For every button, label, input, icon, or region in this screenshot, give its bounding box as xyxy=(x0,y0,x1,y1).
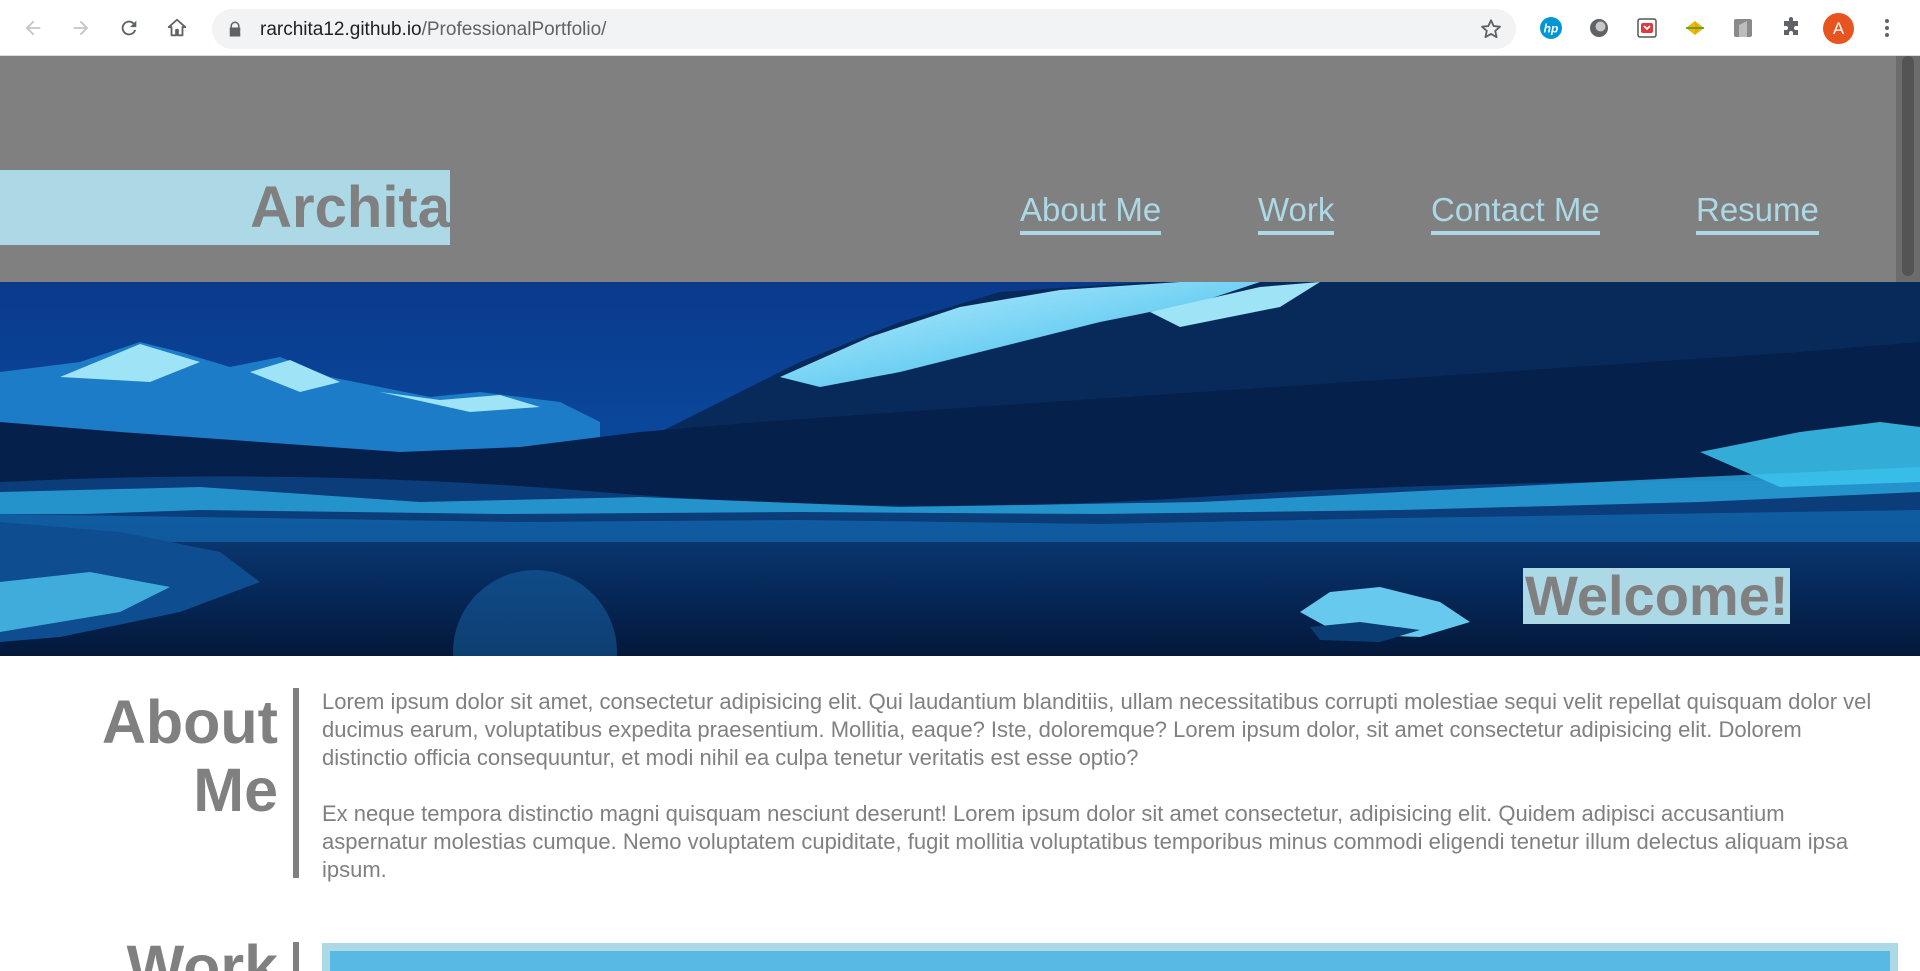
profile-avatar[interactable]: A xyxy=(1823,13,1854,44)
diamond-extension-icon[interactable] xyxy=(1682,15,1708,41)
scrollbar-thumb[interactable] xyxy=(1902,56,1914,276)
url-path: /ProfessionalPortfolio/ xyxy=(421,19,607,40)
url-text[interactable]: rarchita12.github.io/ProfessionalPortfol… xyxy=(260,19,606,41)
work-card[interactable] xyxy=(322,943,1898,971)
pocket-extension-icon[interactable] xyxy=(1634,15,1660,41)
about-paragraph-1: Lorem ipsum dolor sit amet, consectetur … xyxy=(322,689,1872,770)
url-host: rarchita12.github.io xyxy=(260,19,422,40)
about-paragraph-2: Ex neque tempora distinctio magni quisqu… xyxy=(322,801,1849,882)
about-title-line2: Me xyxy=(193,756,278,824)
star-icon[interactable] xyxy=(1480,18,1502,40)
address-bar[interactable]: rarchita12.github.io/ProfessionalPortfol… xyxy=(212,9,1516,49)
reload-icon[interactable] xyxy=(114,13,144,43)
svg-text:hp: hp xyxy=(1544,22,1559,36)
nav-link-about-me[interactable]: About Me xyxy=(1020,190,1162,235)
tab-extension-icon[interactable] xyxy=(1730,15,1756,41)
work-title: Work xyxy=(126,933,278,971)
kebab-menu-icon[interactable] xyxy=(1874,15,1900,41)
about-title: About Me xyxy=(102,688,278,824)
about-divider xyxy=(293,688,299,878)
work-card-image[interactable] xyxy=(330,951,1890,971)
hero-welcome-text: Welcome! xyxy=(1523,564,1791,627)
nav-link-contact-me[interactable]: Contact Me xyxy=(1431,190,1600,235)
site-header: Archita About Me Work Contact Me Resume xyxy=(0,56,1920,282)
puzzle-extension-icon[interactable] xyxy=(1778,15,1804,41)
circle-extension-icon[interactable] xyxy=(1586,15,1612,41)
home-icon[interactable] xyxy=(162,13,192,43)
page-viewport: Archita About Me Work Contact Me Resume xyxy=(0,56,1920,971)
nav-link-work[interactable]: Work xyxy=(1258,190,1335,235)
hero-banner: Welcome! xyxy=(0,282,1920,656)
lock-icon[interactable] xyxy=(226,20,244,38)
hp-extension-icon[interactable]: hp xyxy=(1538,15,1564,41)
site-logo[interactable]: Archita xyxy=(0,170,450,245)
forward-arrow-icon[interactable] xyxy=(66,13,96,43)
page-scrollbar[interactable] xyxy=(1896,56,1920,282)
work-divider xyxy=(293,942,299,971)
about-title-line1: About xyxy=(101,688,278,756)
back-arrow-icon[interactable] xyxy=(18,13,48,43)
nav-link-resume[interactable]: Resume xyxy=(1696,190,1819,235)
browser-toolbar: rarchita12.github.io/ProfessionalPortfol… xyxy=(0,0,1920,56)
